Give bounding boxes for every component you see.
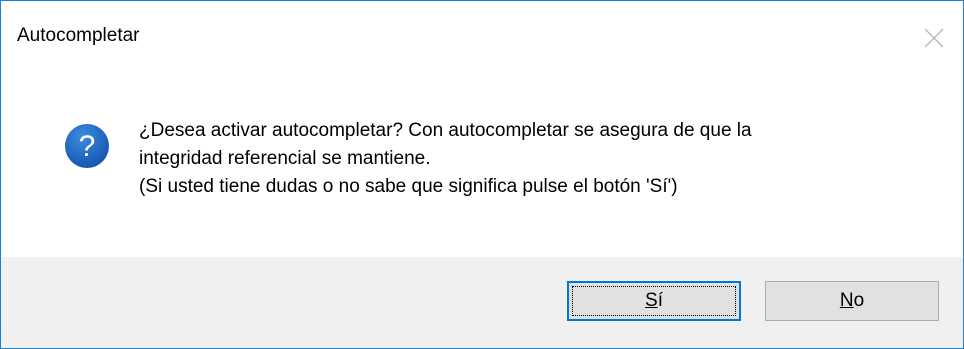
close-icon (924, 28, 944, 48)
window-title: Autocompletar (17, 25, 140, 46)
message-line-1: ¿Desea activar autocompletar? Con autoco… (139, 120, 752, 141)
button-bar: Sí No (1, 257, 963, 348)
message-line-2: integridad referencial se mantiene. (139, 148, 431, 169)
yes-button[interactable]: Sí (567, 281, 741, 321)
yes-button-label: Sí (645, 290, 663, 311)
dialog-content: ? ¿Desea activar autocompletar? Con auto… (1, 71, 963, 257)
no-button[interactable]: No (765, 281, 939, 321)
message-line-3: (Si usted tiene dudas o no sabe que sign… (139, 176, 678, 197)
message-text: ¿Desea activar autocompletar? Con autoco… (139, 117, 752, 201)
close-button[interactable] (917, 19, 953, 55)
message-dialog: Autocompletar ? ¿Desea activar autocompl… (0, 0, 964, 349)
question-icon: ? (64, 123, 110, 169)
no-button-label: No (839, 290, 865, 311)
svg-text:?: ? (79, 130, 96, 163)
title-bar[interactable]: Autocompletar (1, 1, 963, 71)
